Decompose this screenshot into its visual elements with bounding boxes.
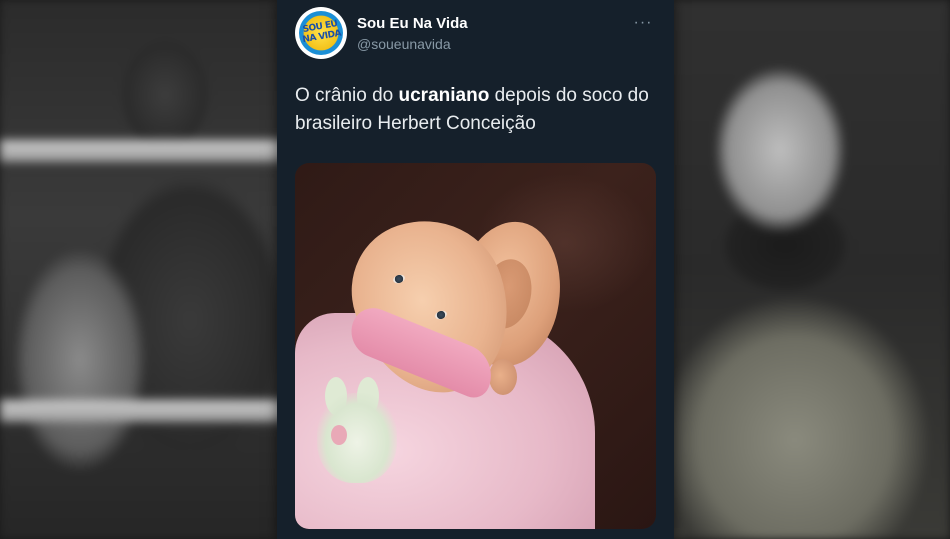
- tweet-card[interactable]: SOU EU NA VIDA Sou Eu Na Vida @soueunavid…: [277, 0, 674, 539]
- bunny-nose: [331, 425, 347, 445]
- news-thumbnail: SOU EU NA VIDA Sou Eu Na Vida @soueunavid…: [0, 0, 950, 539]
- ring-rope: [0, 140, 290, 162]
- doll-ear: [489, 359, 517, 395]
- more-options-icon[interactable]: ···: [632, 15, 654, 31]
- user-handle[interactable]: @soueunavida: [357, 36, 451, 52]
- avatar[interactable]: SOU EU NA VIDA: [295, 7, 347, 59]
- tweet-media-image[interactable]: [295, 163, 656, 529]
- ring-rope: [0, 400, 290, 422]
- display-name[interactable]: Sou Eu Na Vida: [357, 15, 468, 32]
- tweet-text: O crânio do ucraniano depois do soco do …: [295, 82, 655, 138]
- tweet-header: SOU EU NA VIDA Sou Eu Na Vida @soueunavid…: [295, 7, 656, 61]
- background-masked-man-photo: [660, 0, 950, 539]
- bunny-print: [317, 393, 397, 483]
- tweet-text-bold: ucraniano: [398, 85, 490, 106]
- background-boxer-photo: [0, 0, 290, 539]
- tweet-text-start: O crânio do: [295, 85, 399, 106]
